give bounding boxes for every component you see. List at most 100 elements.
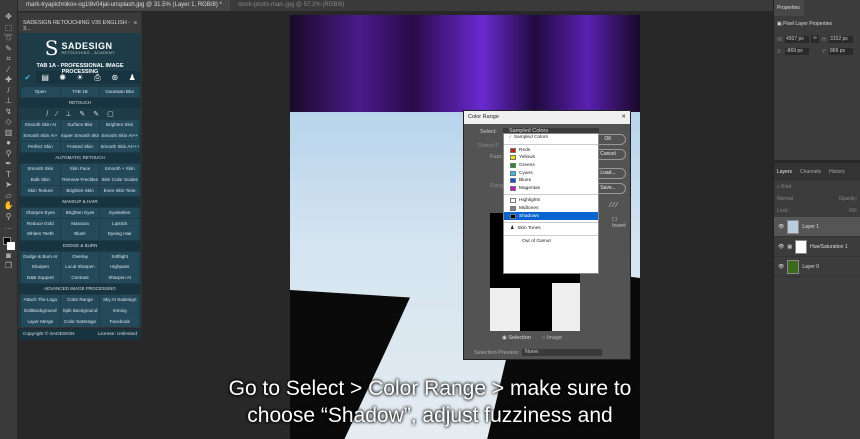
action-button[interactable]: Color Range bbox=[60, 295, 100, 306]
preview-dropdown[interactable]: None bbox=[522, 349, 602, 356]
blur-icon[interactable]: ● bbox=[3, 138, 15, 149]
retouch-tool-icon[interactable]: ✎ bbox=[79, 109, 85, 120]
action-button[interactable]: Dyeing Hair bbox=[100, 229, 140, 240]
action-button[interactable]: Remove Freckles bbox=[60, 174, 100, 186]
stamp-icon[interactable]: ⊥ bbox=[3, 96, 15, 107]
eye-icon[interactable]: 👁 bbox=[778, 264, 784, 270]
brush-icon[interactable]: / bbox=[3, 86, 15, 97]
type-icon[interactable]: T bbox=[3, 170, 15, 181]
hand-icon[interactable]: ✋ bbox=[3, 201, 15, 212]
history-brush-icon[interactable]: ↯ bbox=[3, 107, 15, 118]
action-button[interactable]: Whiten Teeth bbox=[21, 229, 60, 240]
dropdown-option[interactable]: ♟ Skin Tones bbox=[504, 225, 598, 233]
retouch-tool-icon[interactable]: ⁄ bbox=[56, 109, 57, 120]
action-button[interactable]: Smooth Skin AI+++ bbox=[100, 141, 140, 153]
tab-history[interactable]: History bbox=[829, 169, 845, 175]
crop-tool-icon[interactable]: ⌗ bbox=[3, 54, 15, 65]
close-icon[interactable]: ✕ bbox=[621, 114, 626, 121]
document-icon[interactable]: ▤ bbox=[36, 71, 53, 84]
eraser-icon[interactable]: ◇ bbox=[3, 117, 15, 128]
open-button[interactable]: Open bbox=[21, 87, 60, 98]
action-button[interactable]: Reduce Gold bbox=[21, 218, 60, 229]
action-button[interactable]: Eyelashes bbox=[100, 207, 140, 219]
move-tool-icon[interactable]: ✥ bbox=[3, 12, 15, 23]
print-icon[interactable]: ⎙ bbox=[89, 71, 106, 84]
action-button[interactable]: Mascara bbox=[60, 218, 100, 229]
pen-icon[interactable]: ✒ bbox=[3, 159, 15, 170]
action-button[interactable]: Surface Blur bbox=[60, 120, 100, 131]
link-icon[interactable]: ∞ bbox=[811, 35, 819, 43]
tab-1b-button[interactable]: TAB 1B bbox=[60, 87, 100, 98]
action-button[interactable]: Smooth Skin bbox=[21, 164, 60, 175]
layer-row[interactable]: 👁 Layer 1 bbox=[774, 217, 860, 237]
eyedropper-icon[interactable]: ⁄ bbox=[3, 65, 15, 76]
retouch-tool-icon[interactable]: ▢ bbox=[107, 109, 114, 120]
action-button[interactable]: Smooth Skin AI+ bbox=[21, 131, 60, 142]
selection-radio[interactable]: ◉ Selection bbox=[502, 335, 531, 341]
tab-layers[interactable]: Layers bbox=[777, 169, 792, 175]
retouch-tool-icon[interactable]: / bbox=[46, 109, 48, 120]
action-button[interactable]: Brighten Skin bbox=[60, 185, 100, 196]
dropdown-option[interactable]: Midtones bbox=[504, 205, 598, 213]
width-field[interactable]: 4937 px bbox=[785, 36, 809, 43]
action-button[interactable]: Attach The Logo bbox=[21, 295, 60, 306]
dropdown-option[interactable]: Greens bbox=[504, 162, 598, 170]
rgb-icon[interactable]: ⊛ bbox=[106, 71, 123, 84]
eye-icon[interactable]: 👁 bbox=[778, 244, 784, 250]
action-button[interactable]: Slim Face bbox=[60, 164, 100, 175]
gaussian-blur-button[interactable]: Gaussian Blur bbox=[100, 87, 140, 98]
action-button[interactable]: Facebook bbox=[100, 316, 140, 328]
check-icon[interactable]: ✔ bbox=[19, 71, 37, 84]
action-button[interactable]: Blush bbox=[60, 229, 100, 240]
aperture-icon[interactable]: ✺ bbox=[54, 71, 71, 84]
properties-tab[interactable]: Properties bbox=[774, 0, 804, 16]
action-button[interactable]: Softlight bbox=[100, 251, 140, 263]
layer-row[interactable]: 👁 ▦ Hue/Saturation 1 bbox=[774, 237, 860, 257]
panel-menu-icon[interactable]: ≡ bbox=[134, 20, 137, 26]
action-button[interactable]: Layer Merge bbox=[21, 316, 60, 328]
image-radio[interactable]: ○ Image bbox=[542, 335, 562, 341]
dropdown-option[interactable]: Out of Gamut bbox=[504, 238, 598, 246]
doc-tab-active[interactable]: mark-tryapichnikov-og1l8v04jal-unsplash.… bbox=[18, 0, 230, 11]
sun-icon[interactable]: ☀ bbox=[71, 71, 88, 84]
y-field[interactable]: 869 px bbox=[829, 48, 853, 55]
action-button[interactable]: Frosted Skin bbox=[60, 141, 100, 153]
action-button[interactable]: Super Smooth Skin bbox=[60, 131, 100, 142]
dropdown-option[interactable]: Highlights bbox=[504, 197, 598, 205]
action-button[interactable]: Sharpen bbox=[21, 262, 60, 273]
dropdown-option[interactable]: ⁄ Sampled Colors bbox=[504, 134, 598, 142]
action-button[interactable]: Highpass bbox=[100, 262, 140, 273]
action-button[interactable]: Brighten Skin bbox=[100, 120, 140, 131]
action-button[interactable]: Local Sharpen bbox=[60, 262, 100, 273]
eyedropper-icons[interactable]: ⁄ ⁄ ⁄ bbox=[610, 202, 617, 209]
action-button[interactable]: Skin Color Scales bbox=[100, 174, 140, 186]
action-button[interactable]: Color SaDesign bbox=[60, 316, 100, 328]
dropdown-option[interactable]: Cyans bbox=[504, 169, 598, 177]
action-button[interactable]: Sharpen AI bbox=[100, 273, 140, 284]
action-button[interactable]: Smooth Skin AI bbox=[21, 120, 60, 131]
retouch-tool-icon[interactable]: ⊥ bbox=[65, 109, 71, 120]
doc-tab[interactable]: stock-photo-man-.jpg @ 57.2% (RGB/8) bbox=[230, 0, 352, 11]
action-button[interactable]: Smooth + Slim bbox=[100, 164, 140, 175]
action-button[interactable]: Smooth Skin AI++ bbox=[100, 131, 140, 142]
kind-filter[interactable]: ⌕ Kind bbox=[774, 181, 860, 193]
dropdown-option[interactable]: Reds bbox=[504, 147, 598, 155]
layer-row[interactable]: 👁 Layer 0 bbox=[774, 257, 860, 277]
action-button[interactable]: Sharpen Eyes bbox=[21, 207, 60, 219]
tab-channels[interactable]: Channels bbox=[800, 169, 821, 175]
detect-faces-checkbox[interactable]: Detect F bbox=[478, 143, 499, 149]
lasso-tool-icon[interactable]: ➰ bbox=[3, 33, 15, 44]
action-button[interactable]: Lipstick bbox=[100, 218, 140, 229]
path-select-icon[interactable]: ➤ bbox=[3, 180, 15, 191]
blend-mode[interactable]: Normal bbox=[777, 196, 793, 202]
invert-checkbox[interactable]: ☐ Invert bbox=[612, 217, 630, 229]
dropdown-option[interactable]: Yellows bbox=[504, 154, 598, 162]
dropdown-option[interactable]: Shadows bbox=[504, 212, 598, 220]
shape-icon[interactable]: ▱ bbox=[3, 191, 15, 202]
quick-select-icon[interactable]: ✎ bbox=[3, 44, 15, 55]
action-button[interactable]: Dodge & Burn AI bbox=[21, 251, 60, 263]
action-button[interactable]: Ironing bbox=[100, 306, 140, 317]
action-button[interactable]: Even Skin Tone bbox=[100, 185, 140, 196]
action-button[interactable]: Bulk Skin bbox=[21, 174, 60, 186]
dropdown-option[interactable]: Blues bbox=[504, 177, 598, 185]
